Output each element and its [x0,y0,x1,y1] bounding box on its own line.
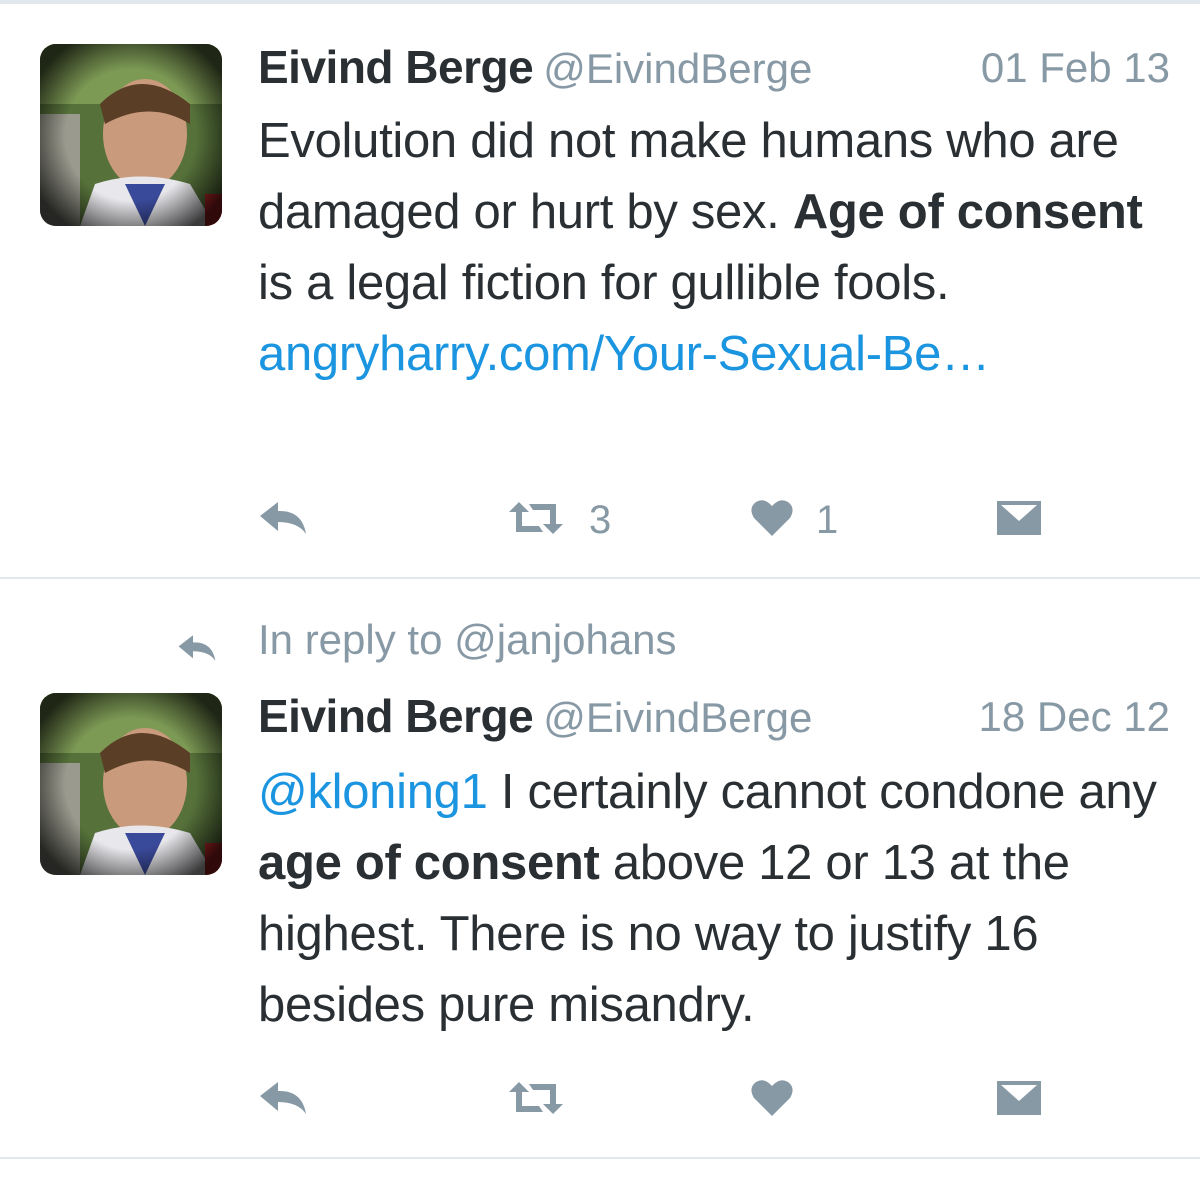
direct-message-button[interactable] [995,490,1043,550]
tweet[interactable]: In reply to @janjohans Eivind Berge @Eivi… [0,580,1200,1160]
tweet-divider [0,1157,1200,1159]
tweet-divider [0,577,1200,579]
like-button[interactable]: 1 [750,490,838,550]
heart-icon [750,1078,794,1123]
retweet-icon [505,1078,567,1123]
author-name[interactable]: Eivind Berge [258,690,534,742]
text-segment: I certainly cannot condone any [487,765,1157,819]
avatar[interactable] [40,693,222,875]
retweet-count: 3 [589,497,612,542]
tweet-date[interactable]: 01 Feb 13 [981,44,1170,92]
tweet[interactable]: Eivind Berge @EivindBerge 01 Feb 13 Evolu… [0,0,1200,580]
author-name[interactable]: Eivind Berge [258,41,534,93]
tweet-date[interactable]: 18 Dec 12 [979,693,1170,741]
reply-context-icon [176,632,218,669]
author-handle[interactable]: @EivindBerge [543,45,812,92]
direct-message-button[interactable] [995,1070,1043,1130]
reply-arrow-icon [258,1078,308,1123]
bold-text-segment: Age of consent [792,185,1143,239]
reply-button[interactable] [258,1070,308,1130]
retweet-button[interactable]: 3 [505,490,611,550]
retweet-icon [505,498,567,543]
tweet-header: Eivind Berge @EivindBerge 01 Feb 13 [258,40,1170,96]
avatar[interactable] [40,44,222,226]
envelope-icon [995,1077,1043,1124]
author-handle[interactable]: @EivindBerge [543,694,812,741]
like-button[interactable] [750,1070,816,1130]
like-count: 1 [816,497,839,542]
tweet-header: Eivind Berge @EivindBerge 18 Dec 12 [258,689,1170,745]
tweet-text: @kloning1 I certainly cannot condone any… [258,757,1178,1041]
reply-arrow-icon [258,498,308,543]
tweet-actions: 3 1 [0,490,1200,550]
tweet-actions [0,1070,1200,1130]
retweet-button[interactable] [505,1070,589,1130]
envelope-icon [995,497,1043,544]
bold-text-segment: age of consent [258,836,600,890]
reply-button[interactable] [258,490,308,550]
mention-link[interactable]: @kloning1 [258,765,488,819]
tweet-link[interactable]: angryharry.com/Your-Sexual-Be… [258,327,990,381]
text-segment: is a legal fiction for gullible fools. [258,256,950,310]
reply-context[interactable]: In reply to @janjohans [258,616,677,664]
heart-icon [750,498,794,543]
tweet-text: Evolution did not make humans who are da… [258,106,1178,390]
